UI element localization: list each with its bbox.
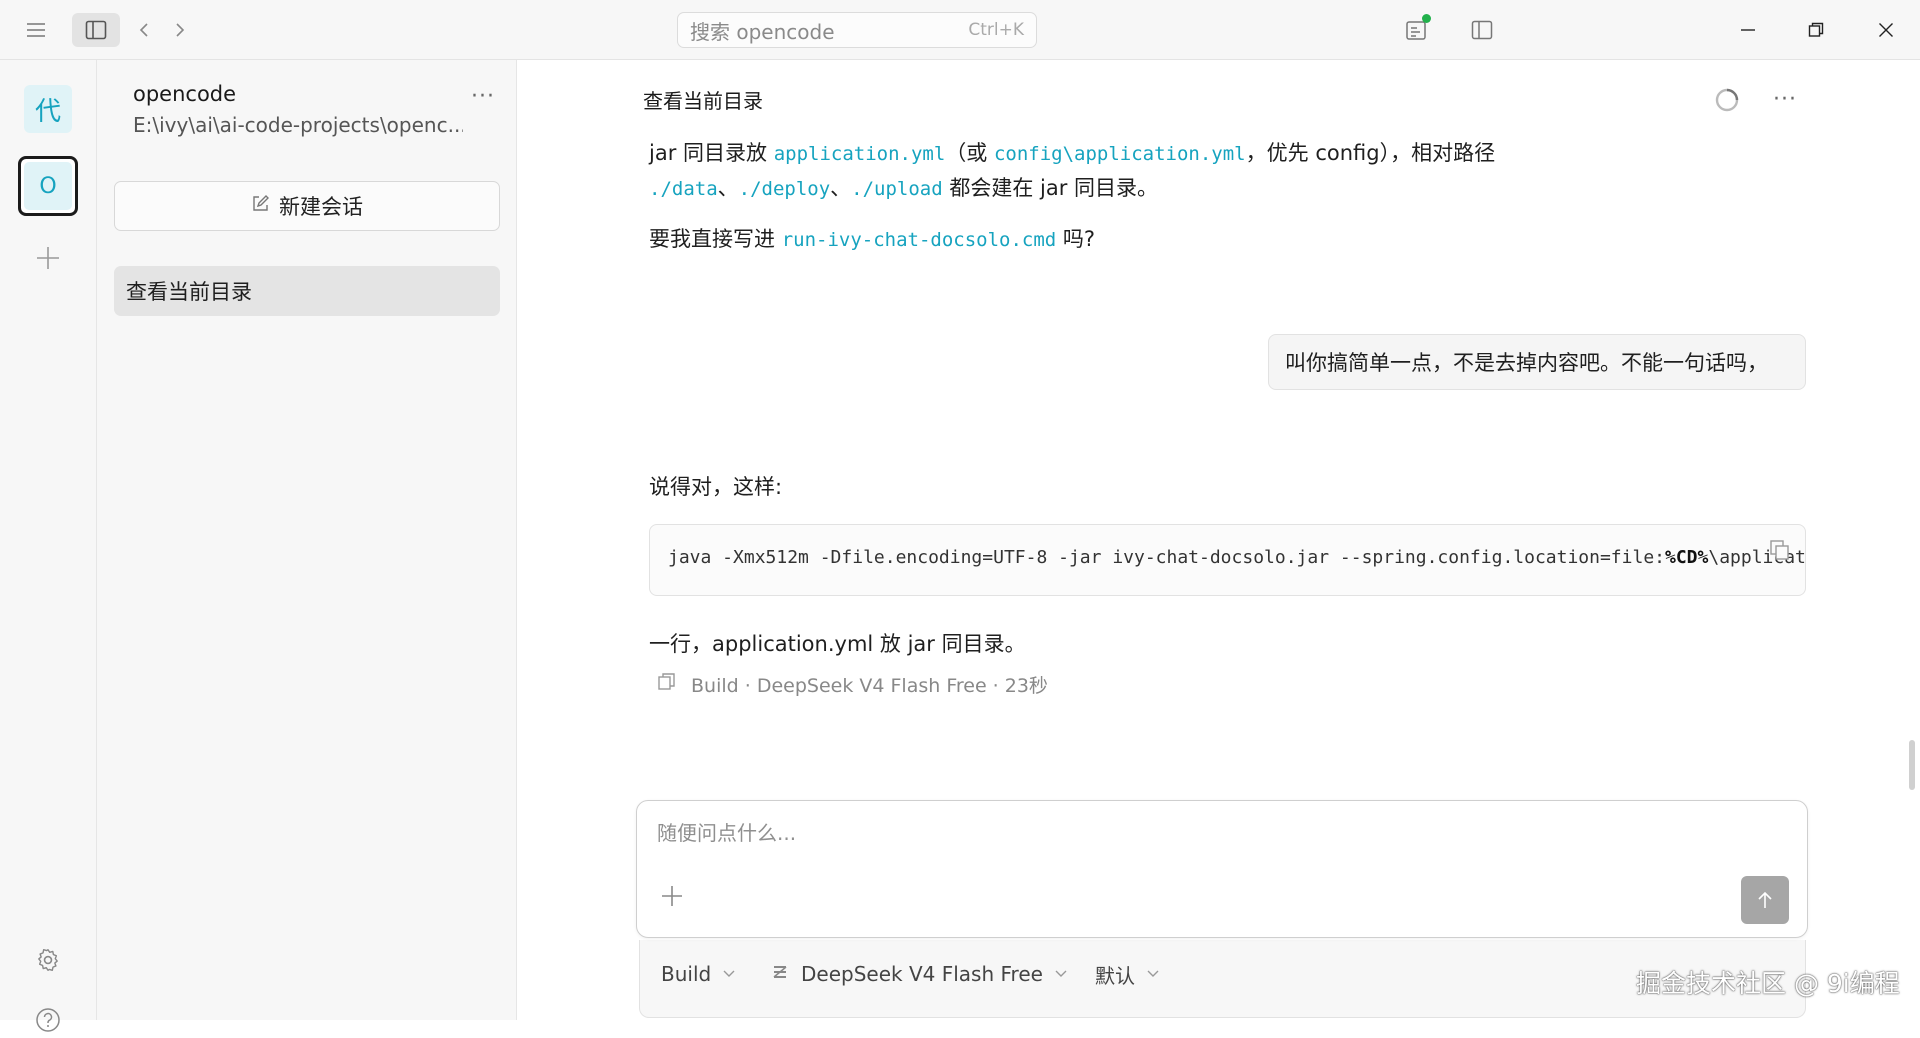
project-rail: 代 O — [0, 60, 97, 1032]
loading-spinner-icon — [1711, 84, 1743, 116]
text-span: 、 — [830, 176, 852, 200]
project-button[interactable]: O — [18, 156, 78, 216]
user-message-bubble: 叫你搞简单一点，不是去掉内容吧。不能一句话吗， — [1268, 334, 1806, 390]
close-icon[interactable] — [1868, 12, 1904, 48]
text-span: jar 同目录放 — [649, 141, 774, 165]
project-path: E:\ivy\ai\ai-code-projects\openc... — [133, 113, 463, 137]
user-message-text: 叫你搞简单一点，不是去掉内容吧。不能一句话吗， — [1285, 351, 1768, 375]
message-input[interactable]: 随便问点什么... — [657, 817, 796, 846]
agent-selector[interactable]: Build — [661, 956, 735, 992]
chevron-down-icon — [1147, 966, 1159, 982]
text-span: （或 — [945, 141, 994, 165]
text-span: 吗? — [1056, 227, 1096, 251]
chat-area: 查看当前目录 ··· jar 同目录放 application.yml（或 co… — [517, 60, 1920, 1020]
assistant-reply-intro: 说得对，这样: — [649, 475, 783, 499]
search-input[interactable]: 搜索 opencode Ctrl+K — [677, 12, 1037, 48]
add-project-icon[interactable] — [30, 240, 66, 276]
back-icon[interactable] — [130, 14, 158, 46]
settings-gear-icon[interactable] — [30, 942, 66, 978]
copy-code-icon[interactable] — [1765, 535, 1795, 565]
code-block: java -Xmx512m -Dfile.encoding=UTF-8 -jar… — [649, 524, 1806, 596]
inline-code: config\application.yml — [993, 143, 1246, 165]
attach-plus-icon[interactable] — [657, 881, 687, 911]
code-command: java -Xmx512m -Dfile.encoding=UTF-8 -jar… — [668, 547, 1805, 568]
new-session-button[interactable]: 新建会话 — [114, 181, 500, 231]
text-span: ，优先 config），相对路径 — [1245, 141, 1496, 165]
mode-label: 默认 — [1095, 963, 1135, 988]
rail-tile[interactable]: 代 — [24, 85, 72, 133]
session-item-active[interactable]: 查看当前目录 — [114, 266, 500, 316]
model-label: DeepSeek V4 Flash Free — [801, 962, 1043, 986]
inline-code: ./deploy — [738, 178, 831, 200]
arrow-up-icon — [1758, 891, 1772, 908]
text-span: 、 — [717, 176, 739, 200]
assistant-text-line: 要我直接写进 run-ivy-chat-docsolo.cmd 吗? — [649, 223, 1095, 253]
new-session-label: 新建会话 — [279, 195, 363, 219]
message-meta-text: Build · DeepSeek V4 Flash Free · 23秒 — [691, 675, 1048, 697]
mode-selector[interactable]: 默认 — [1095, 956, 1159, 992]
chevron-down-icon — [1055, 966, 1067, 982]
assistant-text-line: jar 同目录放 application.yml（或 config\applic… — [649, 137, 1495, 167]
menu-icon[interactable] — [20, 14, 52, 46]
text-span: 要我直接写进 — [649, 227, 782, 251]
text-span: 都会建在 jar 同目录。 — [942, 176, 1159, 200]
message-meta: Build · DeepSeek V4 Flash Free · 23秒 — [657, 671, 1048, 698]
send-button[interactable] — [1741, 876, 1789, 924]
session-sidebar: opencode E:\ivy\ai\ai-code-projects\open… — [97, 60, 517, 1020]
chat-more-button[interactable]: ··· — [1765, 82, 1805, 116]
session-item-label: 查看当前目录 — [126, 280, 252, 304]
forward-icon[interactable] — [166, 14, 194, 46]
assistant-reply-outro: 一行，application.yml 放 jar 同目录。 — [649, 632, 1026, 656]
model-selector[interactable]: DeepSeek V4 Flash Free — [771, 956, 1067, 992]
code-part: java -Xmx512m -Dfile.encoding=UTF-8 -jar… — [668, 547, 1665, 568]
chevron-down-icon — [723, 966, 735, 982]
chat-title: 查看当前目录 — [643, 89, 763, 113]
model-provider-icon — [771, 962, 789, 986]
composer: 随便问点什么... — [636, 800, 1808, 938]
sidebar-toggle-icon[interactable] — [72, 13, 120, 47]
project-initial: O — [24, 162, 72, 210]
watermark: 掘金技术社区 @ 9i编程 — [1636, 969, 1900, 998]
inline-code: application.yml — [773, 143, 946, 165]
project-name: opencode — [133, 82, 237, 106]
status-dot — [1422, 14, 1431, 23]
maximize-icon[interactable] — [1798, 12, 1834, 48]
help-icon[interactable] — [30, 1002, 66, 1038]
panel-icon[interactable] — [1464, 12, 1500, 48]
inline-code: ./upload — [851, 178, 943, 200]
minimize-icon[interactable] — [1730, 12, 1766, 48]
code-part-bold: %CD% — [1665, 547, 1709, 568]
review-icon[interactable] — [1398, 12, 1434, 48]
assistant-text-line: ./data、./deploy、./upload 都会建在 jar 同目录。 — [649, 172, 1158, 202]
search-shortcut: Ctrl+K — [968, 20, 1024, 40]
copy-message-icon[interactable] — [657, 672, 677, 697]
edit-icon — [251, 194, 269, 218]
inline-code: ./data — [649, 178, 718, 200]
title-bar: 搜索 opencode Ctrl+K — [0, 0, 1920, 60]
agent-label: Build — [661, 962, 712, 986]
inline-code: run-ivy-chat-docsolo.cmd — [781, 229, 1057, 251]
project-more-button[interactable]: ··· — [465, 80, 501, 112]
scrollbar-thumb[interactable] — [1909, 740, 1915, 790]
search-placeholder: 搜索 opencode — [690, 19, 835, 44]
